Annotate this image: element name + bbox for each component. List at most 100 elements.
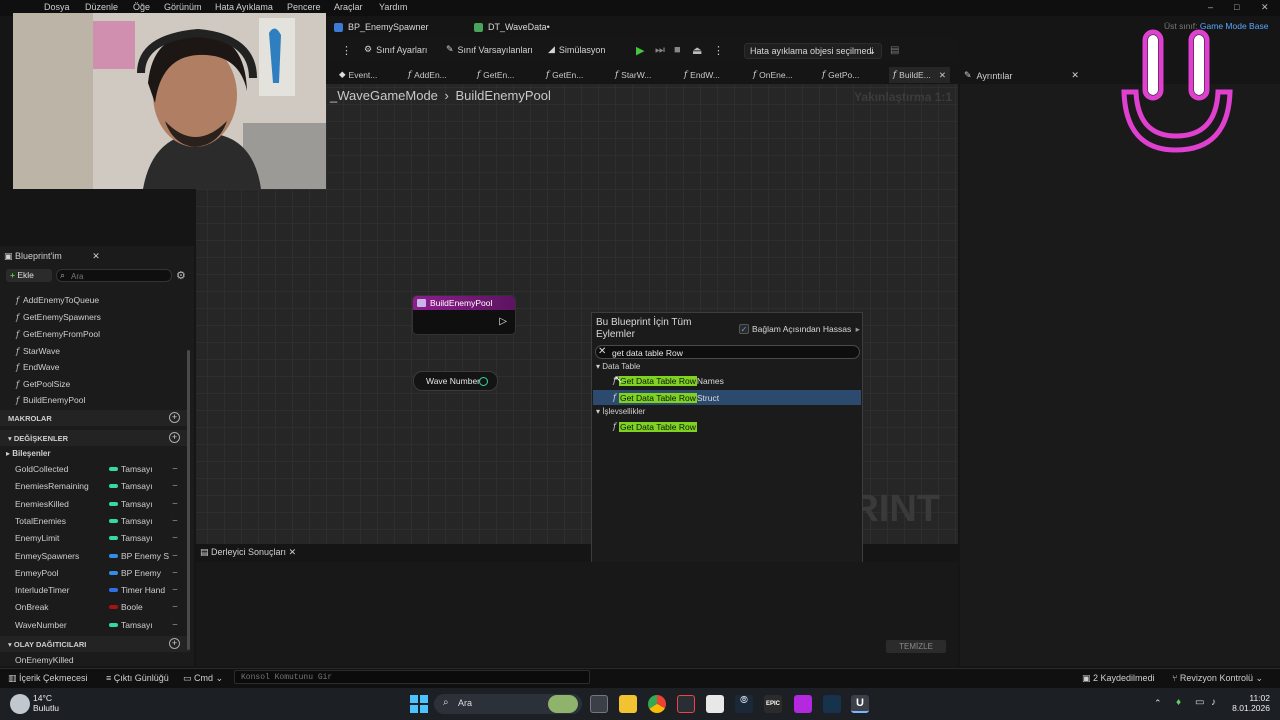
doc-tab-start-wave[interactable]: f StarW... — [615, 68, 651, 82]
menu-window[interactable]: Pencere — [287, 2, 321, 12]
chrome-icon[interactable] — [648, 695, 666, 713]
function-item[interactable]: f EndWave — [16, 362, 60, 372]
windows-start-icon[interactable] — [410, 695, 428, 713]
menu-help[interactable]: Yardım — [379, 2, 407, 12]
unreal-engine-icon[interactable]: U — [851, 695, 869, 713]
action-search-field[interactable] — [595, 345, 860, 359]
function-item[interactable]: f BuildEnemyPool — [16, 395, 85, 405]
eye-closed-icon[interactable]: ⌣ — [172, 498, 178, 509]
breadcrumb-parent[interactable]: _WaveGameMode — [330, 88, 438, 103]
chevron-up-icon[interactable]: ⌃ — [1154, 698, 1162, 709]
store-icon[interactable] — [706, 695, 724, 713]
class-defaults-button[interactable]: ✎ Sınıf Varsayılanları — [446, 44, 533, 55]
variable-type[interactable]: Tamsayı — [109, 516, 169, 526]
action-search-input[interactable] — [612, 347, 852, 358]
eye-closed-icon[interactable]: ⌣ — [172, 463, 178, 474]
variable-type[interactable]: Tamsayı — [109, 481, 169, 491]
find-icon[interactable]: ▤ — [890, 45, 899, 56]
cmd-dropdown[interactable]: ▭ Cmd ⌄ — [183, 673, 223, 684]
clear-search-icon[interactable]: ✕ — [598, 346, 606, 357]
epic-games-icon[interactable]: EPIC — [764, 695, 782, 713]
snipping-tool-icon[interactable] — [677, 695, 695, 713]
result-get-row-struct[interactable]: f Get Data Table Row Struct — [593, 390, 861, 405]
doc-tab-get-enemy-2[interactable]: f GetEn... — [546, 68, 583, 82]
variable-type[interactable]: BP Enemy S — [109, 551, 169, 561]
variable-item[interactable]: TotalEnemies Tamsayı ⌣ — [15, 515, 185, 526]
variable-item[interactable]: EnmeyPool BP Enemy ⌣ — [15, 567, 185, 578]
eye-closed-icon[interactable]: ⌣ — [172, 584, 178, 595]
settings-gear-icon[interactable]: ⚙ — [176, 269, 186, 282]
clock[interactable]: 11:02 8.01.2026 — [1230, 693, 1270, 713]
close-tab-icon[interactable]: ✕ — [939, 70, 946, 81]
variable-item[interactable]: EnemiesKilled Tamsayı ⌣ — [15, 498, 185, 509]
variable-item[interactable]: GoldCollected Tamsayı ⌣ — [15, 463, 185, 474]
function-item[interactable]: f GetEnemyFromPool — [16, 329, 100, 339]
menu-file[interactable]: Dosya — [44, 2, 70, 12]
add-button[interactable]: + Ekle — [6, 269, 52, 282]
task-view-icon[interactable] — [590, 695, 608, 713]
variable-type[interactable]: Timer Hand — [109, 585, 169, 595]
menu-view[interactable]: Görünüm — [164, 2, 202, 12]
step-icon[interactable]: ⏭ — [655, 44, 665, 57]
variable-item[interactable]: EnemiesRemaining Tamsayı ⌣ — [15, 480, 185, 491]
variable-type[interactable]: BP Enemy — [109, 568, 169, 578]
section-macros[interactable]: MAKROLAR + — [0, 410, 190, 426]
add-macro-icon[interactable]: + — [169, 412, 180, 423]
menu-asset[interactable]: Öğe — [133, 2, 150, 12]
variable-item[interactable]: OnBreak Boole ⌣ — [15, 601, 185, 612]
maximize-icon[interactable]: □ — [1234, 2, 1239, 12]
close-tab-icon[interactable]: ✕ — [289, 547, 297, 557]
details-tab[interactable]: ✎ Ayrıntılar ✕ — [964, 70, 1079, 81]
blueprint-search-input[interactable] — [71, 271, 169, 281]
function-item[interactable]: f StarWave — [16, 346, 60, 356]
variable-item[interactable]: EnmeySpawners BP Enemy S ⌣ — [15, 550, 185, 561]
eye-closed-icon[interactable]: ⌣ — [172, 601, 178, 612]
function-item[interactable]: f GetEnemySpawners — [16, 312, 101, 322]
minimize-icon[interactable]: – — [1208, 2, 1213, 12]
network-icon[interactable]: ▭ — [1195, 697, 1204, 708]
context-sensitive-checkbox[interactable]: ✓ — [739, 324, 749, 334]
stop-icon[interactable]: ■ — [674, 44, 681, 56]
function-item[interactable]: f GetPoolSize — [16, 379, 70, 389]
eject-icon[interactable]: ⏏ — [692, 44, 702, 57]
dispatcher-item[interactable]: OnEnemyKilled — [15, 655, 74, 665]
eye-closed-icon[interactable]: ⌣ — [172, 480, 178, 491]
menu-edit[interactable]: Düzenle — [85, 2, 118, 12]
doc-tab-end-wave[interactable]: f EndW... — [684, 68, 720, 82]
volume-icon[interactable]: ♪ — [1211, 697, 1216, 708]
steam-alt-icon[interactable] — [823, 695, 841, 713]
doc-tab-on-enemy[interactable]: f OnEne... — [753, 68, 793, 82]
simulation-button[interactable]: ◢ Simülasyon — [548, 44, 605, 55]
class-settings-button[interactable]: ⚙ Sınıf Ayarları — [364, 44, 427, 55]
weather-widget[interactable]: 14°C Bulutlu — [33, 693, 59, 713]
section-variables[interactable]: ▾ DEĞİŞKENLER + — [0, 430, 190, 446]
eye-closed-icon[interactable]: ⌣ — [172, 567, 178, 578]
add-variable-icon[interactable]: + — [169, 432, 180, 443]
close-tab-icon[interactable]: ✕ — [92, 251, 100, 261]
close-tab-icon[interactable]: ✕ — [1071, 70, 1079, 81]
scrollbar[interactable] — [187, 350, 190, 650]
doc-tab-build-enemy[interactable]: f BuildE... ✕ — [889, 67, 950, 83]
debug-object-select[interactable]: Hata ayıklama objesi seçilmedi ⌄ — [744, 43, 882, 59]
play-options-icon[interactable]: ⋮ — [713, 44, 724, 57]
eye-closed-icon[interactable]: ⌣ — [172, 619, 178, 630]
variable-item[interactable]: InterludeTimer Timer Hand ⌣ — [15, 584, 185, 595]
variable-getter-node[interactable]: Wave Number — [413, 371, 498, 391]
variable-type[interactable]: Tamsayı — [109, 620, 169, 630]
clear-button[interactable]: TEMİZLE — [886, 640, 946, 653]
eye-closed-icon[interactable]: ⌣ — [172, 550, 178, 561]
console-command-input[interactable] — [235, 671, 589, 684]
components-category[interactable]: ▸ Bileşenler — [6, 449, 51, 458]
variable-type[interactable]: Tamsayı — [109, 533, 169, 543]
variable-type[interactable]: Tamsayı — [109, 499, 169, 509]
function-item[interactable]: f AddEnemyToQueue — [16, 295, 99, 305]
variable-type[interactable]: Boole — [109, 602, 169, 612]
eye-closed-icon[interactable]: ⌣ — [172, 515, 178, 526]
integer-pin-icon[interactable] — [479, 377, 488, 386]
section-event-dispatchers[interactable]: ▾ OLAY DAĞITICILARI + — [0, 636, 190, 652]
result-get-row-names[interactable]: f Get Data Table Row Names — [593, 373, 861, 388]
doc-tab-event-graph[interactable]: ◆ Event... — [339, 68, 377, 82]
menu-debug[interactable]: Hata Ayıklama — [215, 2, 273, 12]
variable-type[interactable]: Tamsayı — [109, 464, 169, 474]
result-get-row[interactable]: f Get Data Table Row — [593, 419, 861, 434]
